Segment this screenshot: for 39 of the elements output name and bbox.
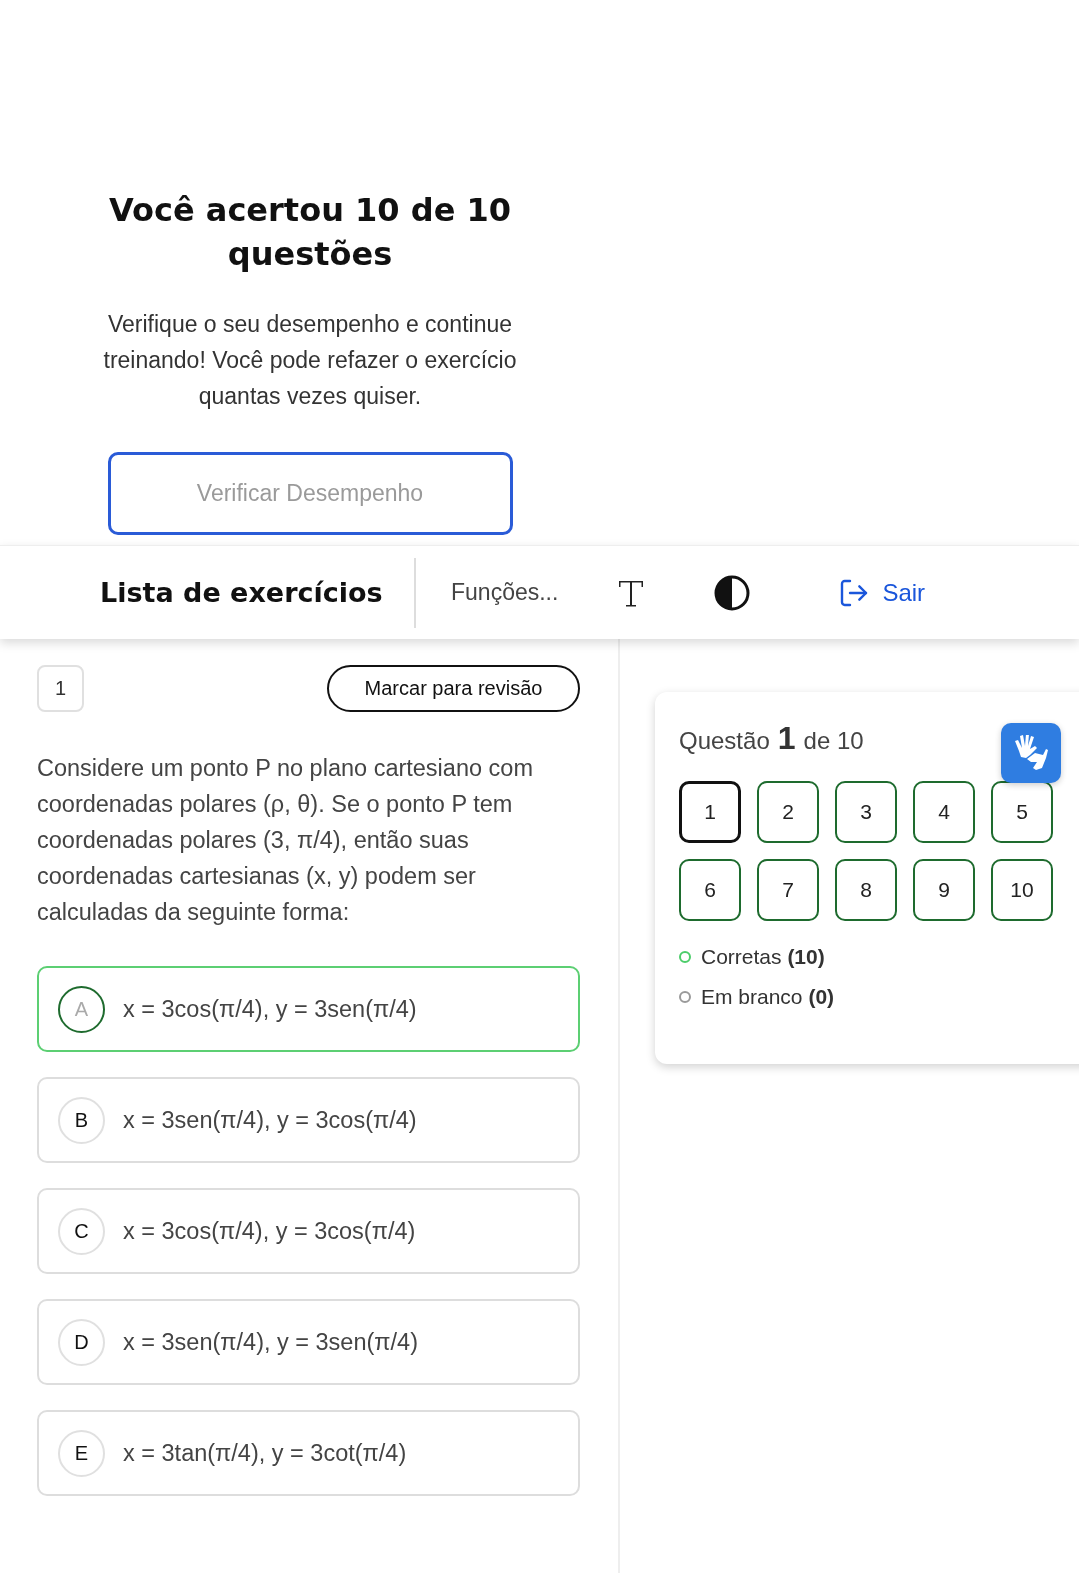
- answer-option[interactable]: D x = 3sen(π/4), y = 3sen(π/4): [37, 1299, 580, 1385]
- legend-label: Em branco (0): [701, 985, 835, 1009]
- option-letter: D: [58, 1318, 105, 1366]
- page-title: Lista de exercícios: [100, 577, 384, 608]
- question-button[interactable]: 4: [913, 781, 975, 843]
- question-button[interactable]: 2: [757, 781, 819, 843]
- question-button[interactable]: 9: [913, 859, 975, 921]
- question-number: 1: [37, 665, 84, 712]
- exit-button[interactable]: Sair: [838, 576, 926, 609]
- question-button[interactable]: 8: [835, 859, 897, 921]
- question-button[interactable]: 10: [991, 859, 1053, 921]
- review-button[interactable]: Marcar para revisão: [327, 665, 580, 712]
- question-button[interactable]: 1: [679, 781, 741, 843]
- answer-option[interactable]: E x = 3tan(π/4), y = 3cot(π/4): [37, 1410, 580, 1496]
- hands-icon: [1013, 735, 1049, 771]
- result-message: Verifique o seu desempenho e continue treinando! Você pode refazer o exercício quantas vezes quiser.: [102, 310, 518, 411]
- option-text: x = 3sen(π/4), y = 3sen(π/4): [123, 1328, 418, 1356]
- option-letter: B: [58, 1096, 105, 1144]
- legend-label: Corretas (10): [701, 945, 825, 969]
- option-letter: E: [58, 1429, 105, 1477]
- contrast-icon[interactable]: [714, 574, 751, 611]
- option-text: x = 3cos(π/4), y = 3cos(π/4): [123, 1217, 416, 1245]
- question-button[interactable]: 6: [679, 859, 741, 921]
- answer-option[interactable]: B x = 3sen(π/4), y = 3cos(π/4): [37, 1077, 580, 1163]
- question-button[interactable]: 5: [991, 781, 1053, 843]
- result-title: Você acertou 10 de 10 questões: [108, 190, 512, 275]
- sign-language-button[interactable]: [1001, 723, 1061, 783]
- answer-option[interactable]: C x = 3cos(π/4), y = 3cos(π/4): [37, 1188, 580, 1274]
- option-text: x = 3sen(π/4), y = 3cos(π/4): [123, 1106, 417, 1134]
- option-text: x = 3tan(π/4), y = 3cot(π/4): [123, 1439, 407, 1467]
- option-letter: C: [58, 1207, 105, 1255]
- answer-option[interactable]: A x = 3cos(π/4), y = 3sen(π/4): [37, 966, 580, 1052]
- option-text: x = 3cos(π/4), y = 3sen(π/4): [123, 995, 417, 1023]
- question-button[interactable]: 7: [757, 859, 819, 921]
- option-letter: A: [58, 985, 105, 1033]
- question-counter: Questão 1 de 10: [679, 720, 864, 757]
- question-button[interactable]: 3: [835, 781, 897, 843]
- question-text: Considere um ponto P no plano cartesiano com coordenadas polares (ρ, θ). Se o ponto P tem coordenadas polares (3, π/4), então suas coordenadas cartesianas (x, y) podem ser calculadas da seguinte forma:: [37, 754, 534, 927]
- functions-menu[interactable]: Funções...: [451, 579, 559, 606]
